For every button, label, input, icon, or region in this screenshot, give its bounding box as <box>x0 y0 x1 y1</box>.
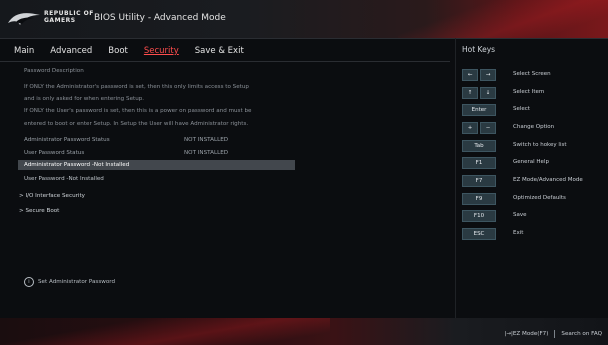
plus-key[interactable]: + <box>462 122 478 134</box>
description-line-4: entered to boot or enter Setup. In Setup… <box>24 121 249 127</box>
tab-security[interactable]: Security <box>144 46 179 62</box>
tab-boot[interactable]: Boot <box>108 46 128 62</box>
f9-key[interactable]: F9 <box>462 193 496 205</box>
admin-password-status-row: Administrator Password Status NOT INSTAL… <box>24 137 228 147</box>
up-arrow-key[interactable]: ↑ <box>462 87 478 99</box>
hotkey-label: General Help <box>513 159 549 165</box>
search-faq-button[interactable]: Search on FAQ <box>561 331 602 337</box>
top-bar: REPUBLIC OF GAMERS BIOS Utility - Advanc… <box>0 0 608 39</box>
submenu-arrow-icon: > <box>19 193 24 199</box>
secure-boot-item[interactable]: > Secure Boot <box>19 208 59 218</box>
esc-key[interactable]: ESC <box>462 228 496 240</box>
hotkey-label: Save <box>513 212 527 218</box>
tab-key[interactable]: Tab <box>462 140 496 152</box>
footer-separator <box>554 330 556 338</box>
hotkey-label: Change Option <box>513 124 555 130</box>
brand-line-2: GAMERS <box>44 17 76 24</box>
f7-key[interactable]: F7 <box>462 175 496 187</box>
tabs-divider <box>0 61 450 62</box>
hotkey-label: EZ Mode/Advanced Mode <box>513 177 583 183</box>
tab-advanced[interactable]: Advanced <box>50 46 92 62</box>
hotkey-label: Select <box>513 106 530 112</box>
enter-key[interactable]: Enter <box>462 104 496 116</box>
hotkey-label: Switch to hokey list <box>513 142 567 148</box>
footer-decoration <box>0 318 330 345</box>
minus-key[interactable]: − <box>480 122 496 134</box>
right-arrow-key[interactable]: → <box>480 69 496 81</box>
administrator-password-item[interactable]: Administrator Password -Not Installed <box>24 162 129 172</box>
help-description: i Set Administrator Password <box>24 277 115 287</box>
user-password-status-value: NOT INSTALLED <box>184 150 229 156</box>
user-password-status-row: User Password Status NOT INSTALLED <box>24 150 228 160</box>
hotkey-label: Select Screen <box>513 71 551 77</box>
user-password-status-label: User Password Status <box>24 150 85 156</box>
f10-key[interactable]: F10 <box>462 210 496 222</box>
ez-mode-button[interactable]: |→|EZ Mode(F7) <box>504 331 548 337</box>
hotkey-label: Optimized Defaults <box>513 195 566 201</box>
left-arrow-key[interactable]: ← <box>462 69 478 81</box>
help-text: Set Administrator Password <box>38 279 116 285</box>
submenu-arrow-icon: > <box>19 208 24 214</box>
description-line-3: If ONLY the User's password is set, then… <box>24 108 252 114</box>
brand-name: REPUBLIC OF GAMERS <box>44 10 94 24</box>
secure-boot-label: Secure Boot <box>25 208 60 214</box>
hotkey-label: Exit <box>513 230 524 236</box>
footer-actions: |→|EZ Mode(F7) Search on FAQ <box>504 330 602 338</box>
info-icon: i <box>24 277 34 287</box>
hotkeys-divider <box>455 38 456 328</box>
hotkey-label: Select Item <box>513 89 545 95</box>
hotkeys-title: Hot Keys <box>462 45 496 54</box>
tab-save-exit[interactable]: Save & Exit <box>195 46 244 62</box>
down-arrow-key[interactable]: ↓ <box>480 87 496 99</box>
tab-main[interactable]: Main <box>14 46 34 62</box>
admin-password-status-value: NOT INSTALLED <box>184 137 229 143</box>
description-line-2: and is only asked for when entering Setu… <box>24 96 145 102</box>
rog-logo-icon <box>8 13 40 25</box>
user-password-item[interactable]: User Password -Not Installed <box>24 176 104 186</box>
f1-key[interactable]: F1 <box>462 157 496 169</box>
io-interface-security-item[interactable]: > I/O Interface Security <box>19 193 85 203</box>
window-title: BIOS Utility - Advanced Mode <box>94 13 226 23</box>
io-interface-security-label: I/O Interface Security <box>25 193 85 199</box>
description-line-1: If ONLY the Administrator's password is … <box>24 84 249 90</box>
brand-line-1: REPUBLIC OF <box>44 10 94 17</box>
header-decoration <box>398 0 608 38</box>
main-tabs: Main Advanced Boot Security Save & Exit <box>14 46 260 62</box>
password-description-heading: Password Description <box>24 68 84 74</box>
admin-password-status-label: Administrator Password Status <box>24 137 110 143</box>
